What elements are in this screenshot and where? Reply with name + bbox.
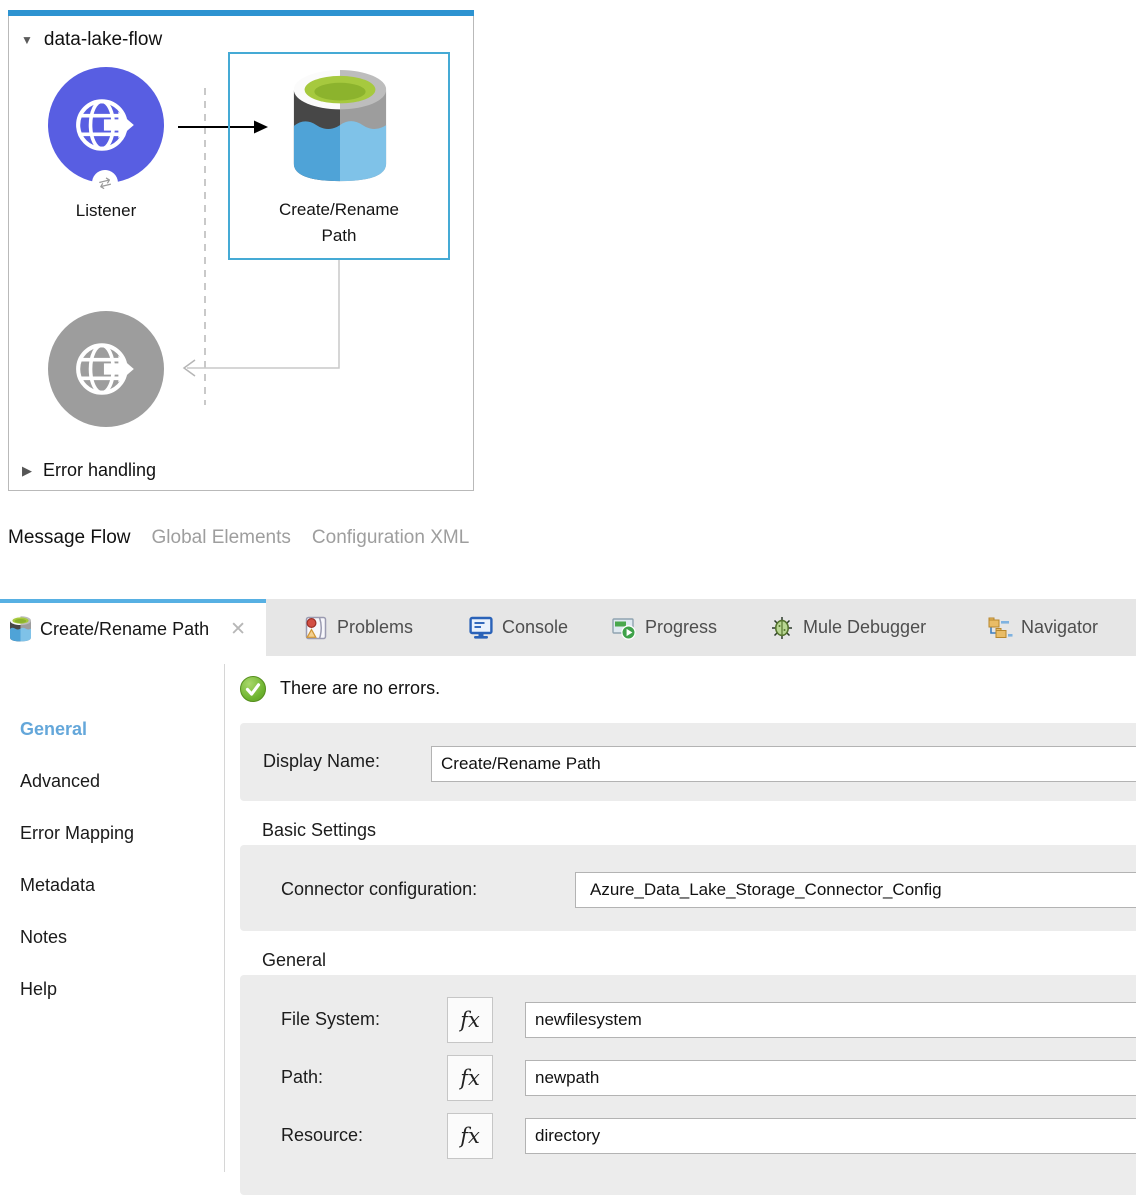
gray-globe-arrow-icon bbox=[73, 336, 139, 402]
status-message: There are no errors. bbox=[280, 678, 440, 699]
error-handling-row[interactable]: ▶ Error handling bbox=[22, 460, 156, 481]
tab-console[interactable]: Console bbox=[468, 599, 568, 656]
connector-configuration-label: Connector configuration: bbox=[281, 879, 477, 900]
path-input[interactable] bbox=[525, 1060, 1136, 1096]
tab-mule-debugger[interactable]: Mule Debugger bbox=[769, 599, 926, 656]
tab-console-label: Console bbox=[502, 617, 568, 638]
file-system-input[interactable] bbox=[525, 1002, 1136, 1038]
azure-data-lake-tab-icon bbox=[10, 616, 31, 643]
expand-triangle-icon[interactable]: ▶ bbox=[22, 463, 32, 479]
progress-icon bbox=[611, 615, 637, 641]
swap-arrows-glyph: ⇄ bbox=[97, 173, 114, 194]
tab-problems-label: Problems bbox=[337, 617, 413, 638]
sidebar-item-general[interactable]: General bbox=[20, 719, 87, 740]
listener-node[interactable] bbox=[48, 67, 164, 183]
resource-label: Resource: bbox=[281, 1125, 363, 1146]
file-system-label: File System: bbox=[281, 1009, 380, 1030]
tab-message-flow[interactable]: Message Flow bbox=[8, 527, 131, 549]
tab-navigator[interactable]: Navigator bbox=[987, 599, 1098, 656]
sidebar-item-metadata[interactable]: Metadata bbox=[20, 875, 95, 896]
tab-progress-label: Progress bbox=[645, 617, 717, 638]
listener-node-label: Listener bbox=[46, 198, 166, 224]
editor-tab-bar: Message Flow Global Elements Configurati… bbox=[8, 527, 469, 549]
active-tab-label: Create/Rename Path bbox=[40, 619, 209, 640]
resource-fx-button[interactable]: fx bbox=[447, 1113, 493, 1159]
bug-icon bbox=[769, 615, 795, 641]
tab-mule-debugger-label: Mule Debugger bbox=[803, 617, 926, 638]
problems-icon bbox=[303, 615, 329, 641]
create-rename-path-node-label: Create/Rename Path bbox=[264, 197, 414, 249]
file-system-fx-button[interactable]: fx bbox=[447, 997, 493, 1043]
tab-configuration-xml[interactable]: Configuration XML bbox=[312, 527, 469, 549]
error-handling-label: Error handling bbox=[43, 460, 156, 481]
basic-settings-panel: Connector configuration: bbox=[240, 845, 1136, 931]
flow-title: data-lake-flow bbox=[44, 29, 162, 51]
flow-title-row: ▼ data-lake-flow bbox=[21, 29, 162, 51]
path-fx-button[interactable]: fx bbox=[447, 1055, 493, 1101]
resource-input[interactable] bbox=[525, 1118, 1136, 1154]
close-icon[interactable]: ✕ bbox=[230, 618, 246, 641]
flow-header-bar bbox=[8, 10, 474, 16]
display-name-panel: Display Name: bbox=[240, 723, 1136, 801]
connector-configuration-input[interactable] bbox=[575, 872, 1136, 908]
tab-navigator-label: Navigator bbox=[1021, 617, 1098, 638]
display-name-input[interactable] bbox=[431, 746, 1136, 782]
sidebar-item-notes[interactable]: Notes bbox=[20, 927, 67, 948]
folder-tree-icon bbox=[987, 615, 1013, 641]
path-label: Path: bbox=[281, 1067, 323, 1088]
tab-progress[interactable]: Progress bbox=[611, 599, 717, 656]
display-name-label: Display Name: bbox=[263, 751, 380, 772]
response-node[interactable] bbox=[48, 311, 164, 427]
tab-global-elements[interactable]: Global Elements bbox=[152, 527, 291, 549]
general-heading: General bbox=[262, 950, 326, 971]
collapse-triangle-icon[interactable]: ▼ bbox=[21, 33, 33, 47]
sidebar-item-advanced[interactable]: Advanced bbox=[20, 771, 100, 792]
general-panel: File System: fx Path: fx Resource: fx bbox=[240, 975, 1136, 1195]
tab-problems[interactable]: Problems bbox=[303, 599, 413, 656]
sidebar-item-error-mapping[interactable]: Error Mapping bbox=[20, 823, 134, 844]
tab-create-rename-path[interactable]: Create/Rename Path ✕ bbox=[0, 599, 266, 656]
sidebar-item-help[interactable]: Help bbox=[20, 979, 57, 1000]
http-globe-arrow-icon bbox=[73, 92, 139, 158]
flow-canvas: ▼ data-lake-flow ⇄ Listener Create/Renam… bbox=[8, 10, 474, 491]
sidebar-divider bbox=[224, 664, 225, 1172]
console-icon bbox=[468, 615, 494, 641]
basic-settings-heading: Basic Settings bbox=[262, 820, 376, 841]
success-check-icon bbox=[240, 676, 266, 702]
azure-data-lake-cylinder-icon bbox=[293, 70, 387, 188]
